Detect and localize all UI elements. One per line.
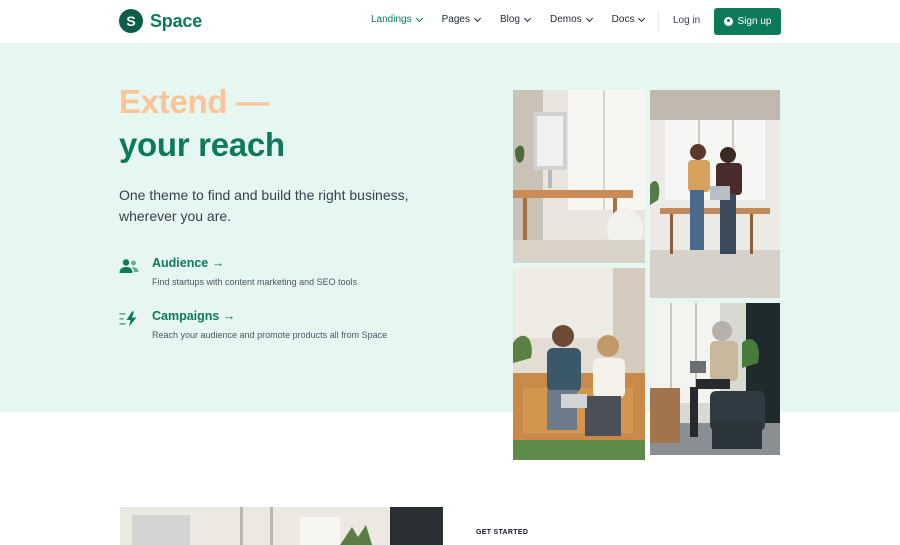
- site-header: S Space Landings Pages Blog Demos Docs L…: [0, 0, 900, 43]
- hero-headline-line1: Extend —: [119, 83, 269, 120]
- brand-name: Space: [150, 10, 203, 31]
- audience-link[interactable]: Audience →: [152, 256, 224, 270]
- section-eyebrow: GET STARTED: [476, 529, 529, 536]
- nav-item-docs[interactable]: Docs: [611, 14, 646, 25]
- users-icon: [119, 259, 139, 273]
- nav-item-pages[interactable]: Pages: [441, 14, 481, 25]
- nav-label: Landings: [371, 14, 412, 25]
- photo-team-meeting: [650, 90, 780, 298]
- chevron-down-icon: [523, 14, 532, 22]
- login-link[interactable]: Log in: [673, 15, 700, 26]
- chevron-down-icon: [638, 14, 646, 22]
- main-nav: Landings Pages Blog Demos Docs: [371, 14, 664, 25]
- chevron-down-icon: [473, 14, 481, 22]
- chevron-down-icon: [585, 14, 593, 22]
- bolt-icon: [119, 311, 137, 327]
- nav-label: Demos: [549, 14, 582, 25]
- chevron-down-icon: [415, 14, 423, 22]
- audience-description: Find startups with content marketing and…: [152, 277, 358, 287]
- nav-label: Blog: [499, 14, 520, 25]
- section-preview-photo: [120, 507, 443, 545]
- photo-office-desk: [513, 90, 645, 263]
- hero-headline-line2: your reach: [119, 126, 285, 163]
- photo-couple-laptop: [513, 268, 645, 460]
- user-icon: [723, 17, 733, 26]
- signup-label: Sign up: [737, 16, 772, 27]
- brand-logo[interactable]: S Space: [119, 9, 202, 33]
- campaigns-description: Reach your audience and promote products…: [152, 330, 388, 340]
- signup-button[interactable]: Sign up: [714, 8, 781, 35]
- campaigns-link[interactable]: Campaigns →: [152, 309, 235, 323]
- nav-item-landings[interactable]: Landings: [371, 14, 423, 25]
- nav-divider: [658, 11, 659, 32]
- nav-label: Docs: [611, 14, 635, 25]
- logo-mark: S: [119, 9, 143, 33]
- nav-item-blog[interactable]: Blog: [499, 14, 532, 25]
- nav-label: Pages: [441, 14, 470, 25]
- hero-subtitle: One theme to find and build the right bu…: [119, 187, 409, 224]
- photo-woman-tablet: [650, 303, 780, 455]
- nav-item-demos[interactable]: Demos: [549, 14, 593, 25]
